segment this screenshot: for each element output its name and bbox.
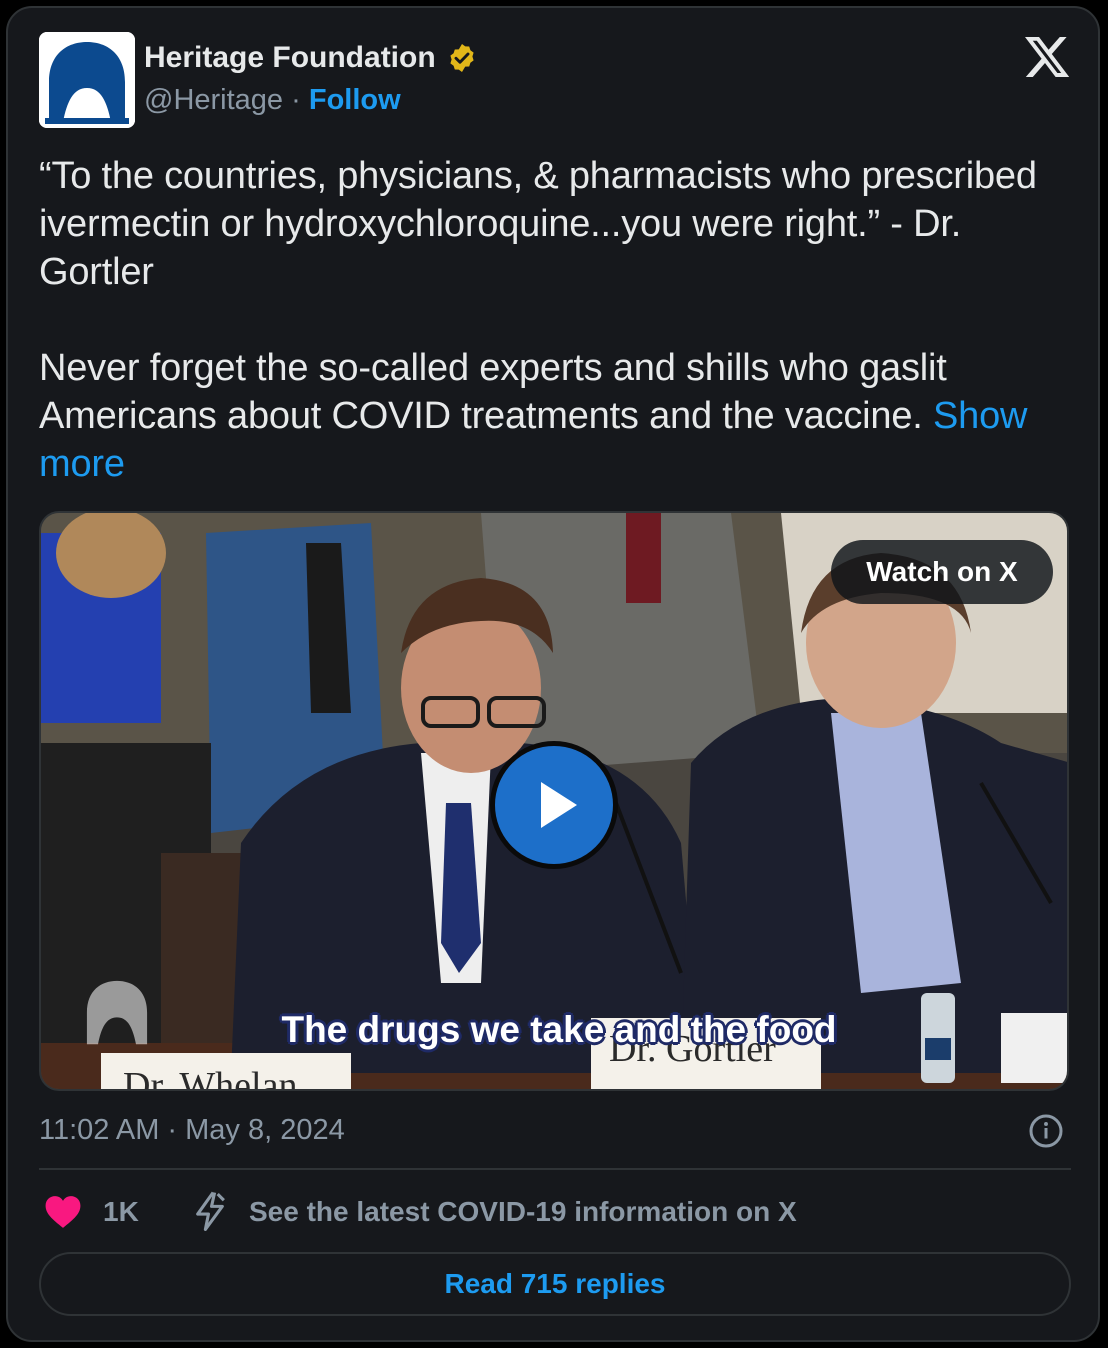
divider bbox=[39, 1168, 1071, 1170]
avatar[interactable] bbox=[39, 32, 135, 128]
author-name[interactable]: Heritage Foundation bbox=[144, 41, 436, 75]
play-button[interactable] bbox=[490, 741, 618, 869]
author-handle-row: @Heritage · Follow bbox=[144, 84, 401, 117]
tweet-text: “To the countries, physicians, & pharmac… bbox=[39, 152, 1079, 488]
video-caption: The drugs we take and the food bbox=[281, 1009, 837, 1050]
follow-button[interactable]: Follow bbox=[309, 84, 401, 116]
read-replies-button[interactable]: Read 715 replies bbox=[39, 1252, 1071, 1316]
tweet-paragraph-2: Never forget the so-called experts and s… bbox=[39, 344, 1079, 488]
watch-on-x-button[interactable]: Watch on X bbox=[831, 540, 1053, 604]
play-icon bbox=[541, 782, 577, 828]
separator-dot: · bbox=[291, 84, 301, 116]
lightning-bolt-icon bbox=[196, 1191, 225, 1231]
verified-badge-icon bbox=[450, 44, 474, 72]
nameplate-left: Dr. Whelan bbox=[123, 1065, 297, 1091]
author-handle[interactable]: @Heritage bbox=[144, 84, 283, 116]
tweet-timestamp[interactable]: 11:02 AM · May 8, 2024 bbox=[39, 1114, 345, 1147]
like-count[interactable]: 1K bbox=[103, 1196, 139, 1228]
tweet-paragraph-2-text: Never forget the so-called experts and s… bbox=[39, 347, 947, 437]
heritage-bell-logo-icon bbox=[39, 32, 135, 128]
x-logo-icon[interactable] bbox=[1022, 34, 1070, 82]
info-icon[interactable] bbox=[1028, 1113, 1064, 1149]
tweet-paragraph-1: “To the countries, physicians, & pharmac… bbox=[39, 155, 1037, 293]
tweet-embed-card: Heritage Foundation @Heritage · Follow “… bbox=[6, 6, 1100, 1342]
author-name-row: Heritage Foundation bbox=[144, 41, 478, 75]
covid-info-link[interactable]: See the latest COVID-19 information on X bbox=[249, 1196, 797, 1228]
video-player[interactable]: Dr. Whelan Dr. Gortler Watch on X The dr… bbox=[39, 511, 1069, 1091]
heart-icon[interactable] bbox=[44, 1194, 82, 1230]
